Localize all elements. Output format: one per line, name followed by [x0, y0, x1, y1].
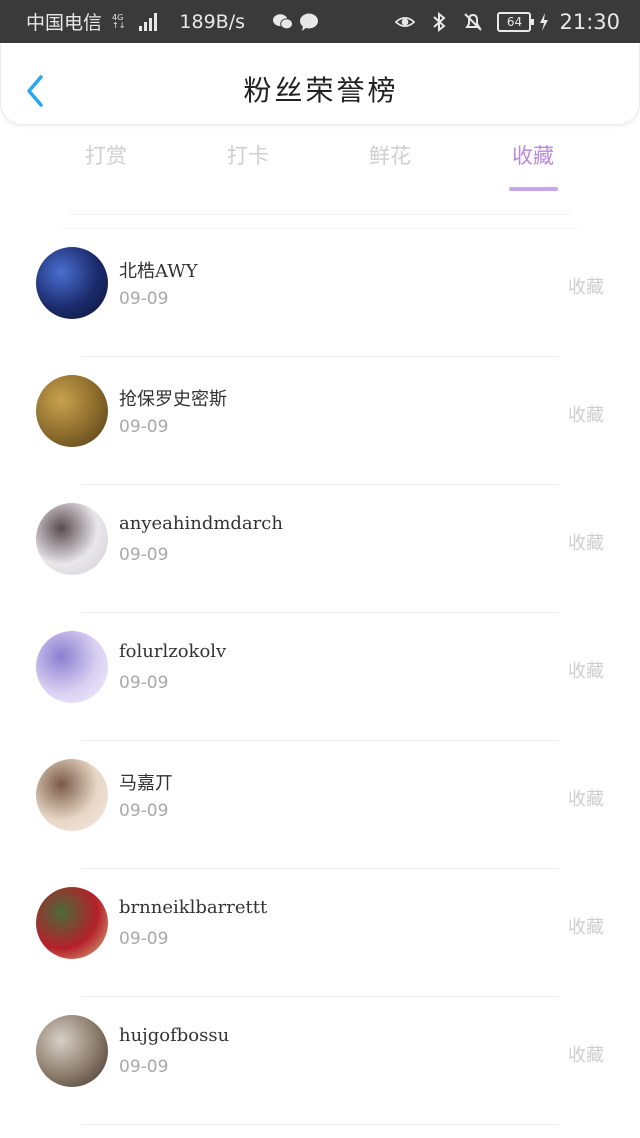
battery-icon: 64 — [497, 11, 535, 32]
list-item[interactable]: 马嘉丌 09-09 收藏 — [0, 741, 640, 869]
status-bar: 中国电信 4G ↑↓ 189B/s 64 21:30 — [0, 0, 640, 43]
user-name: brnneiklbarrettt — [119, 897, 268, 918]
avatar[interactable] — [36, 247, 108, 319]
avatar[interactable] — [36, 503, 108, 575]
list-item[interactable]: 北梏AWY 09-09 收藏 — [0, 229, 640, 357]
avatar[interactable] — [36, 887, 108, 959]
favorite-label: 收藏 — [568, 789, 604, 810]
list-item[interactable]: anyeahindmdarch 09-09 收藏 — [0, 485, 640, 613]
favorite-label: 收藏 — [568, 917, 604, 938]
active-tab-indicator — [509, 187, 558, 191]
date-label: 09-09 — [119, 929, 169, 949]
user-name: 马嘉丌 — [119, 773, 173, 794]
wechat-icon — [273, 13, 294, 29]
header: 粉丝荣誉榜 — [0, 43, 640, 125]
user-name: anyeahindmdarch — [119, 513, 283, 534]
favorite-label: 收藏 — [568, 533, 604, 554]
clock: 21:30 — [559, 9, 620, 34]
fan-list: 北梏AWY 09-09 收藏 抢保罗史密斯 09-09 收藏 anyeahindmdarch… — [0, 229, 640, 1125]
tab-reward[interactable]: 打赏 — [56, 140, 156, 170]
date-label: 09-09 — [119, 417, 169, 437]
page-title: 粉丝荣誉榜 — [243, 74, 399, 107]
message-icon — [300, 13, 319, 31]
list-item[interactable]: 抢保罗史密斯 09-09 收藏 — [0, 357, 640, 485]
avatar[interactable] — [36, 759, 108, 831]
favorite-label: 收藏 — [568, 277, 604, 298]
divider — [70, 214, 570, 215]
date-label: 09-09 — [119, 289, 169, 309]
network-speed: 189B/s — [179, 10, 246, 33]
avatar[interactable] — [36, 375, 108, 447]
list-item[interactable]: hujgofbossu 09-09 收藏 — [0, 997, 640, 1125]
date-label: 09-09 — [119, 801, 169, 821]
tab-bar: 打赏 打卡 鲜花 收藏 — [0, 140, 640, 200]
date-label: 09-09 — [119, 673, 169, 693]
avatar[interactable] — [36, 1015, 108, 1087]
bluetooth-icon — [433, 11, 447, 32]
divider — [82, 1124, 558, 1125]
signal-icon — [139, 12, 158, 31]
avatar[interactable] — [36, 631, 108, 703]
eye-icon — [395, 16, 416, 27]
charging-icon — [540, 12, 549, 31]
tab-checkin[interactable]: 打卡 — [198, 140, 298, 170]
tab-flowers[interactable]: 鲜花 — [340, 140, 440, 170]
date-label: 09-09 — [119, 1057, 169, 1077]
user-name: 抢保罗史密斯 — [119, 389, 227, 410]
favorite-label: 收藏 — [568, 661, 604, 682]
user-name: 北梏AWY — [119, 261, 198, 282]
user-name: hujgofbossu — [119, 1025, 230, 1046]
network-type: 4G ↑↓ — [112, 12, 126, 30]
list-item[interactable]: folurlzokolv 09-09 收藏 — [0, 613, 640, 741]
list-item[interactable]: brnneiklbarrettt 09-09 收藏 — [0, 869, 640, 997]
date-label: 09-09 — [119, 545, 169, 565]
favorite-label: 收藏 — [568, 405, 604, 426]
carrier-label: 中国电信 — [26, 12, 103, 34]
favorite-label: 收藏 — [568, 1045, 604, 1066]
user-name: folurlzokolv — [119, 641, 227, 662]
tab-favorites[interactable]: 收藏 — [483, 140, 583, 170]
mute-bell-icon — [464, 12, 483, 31]
